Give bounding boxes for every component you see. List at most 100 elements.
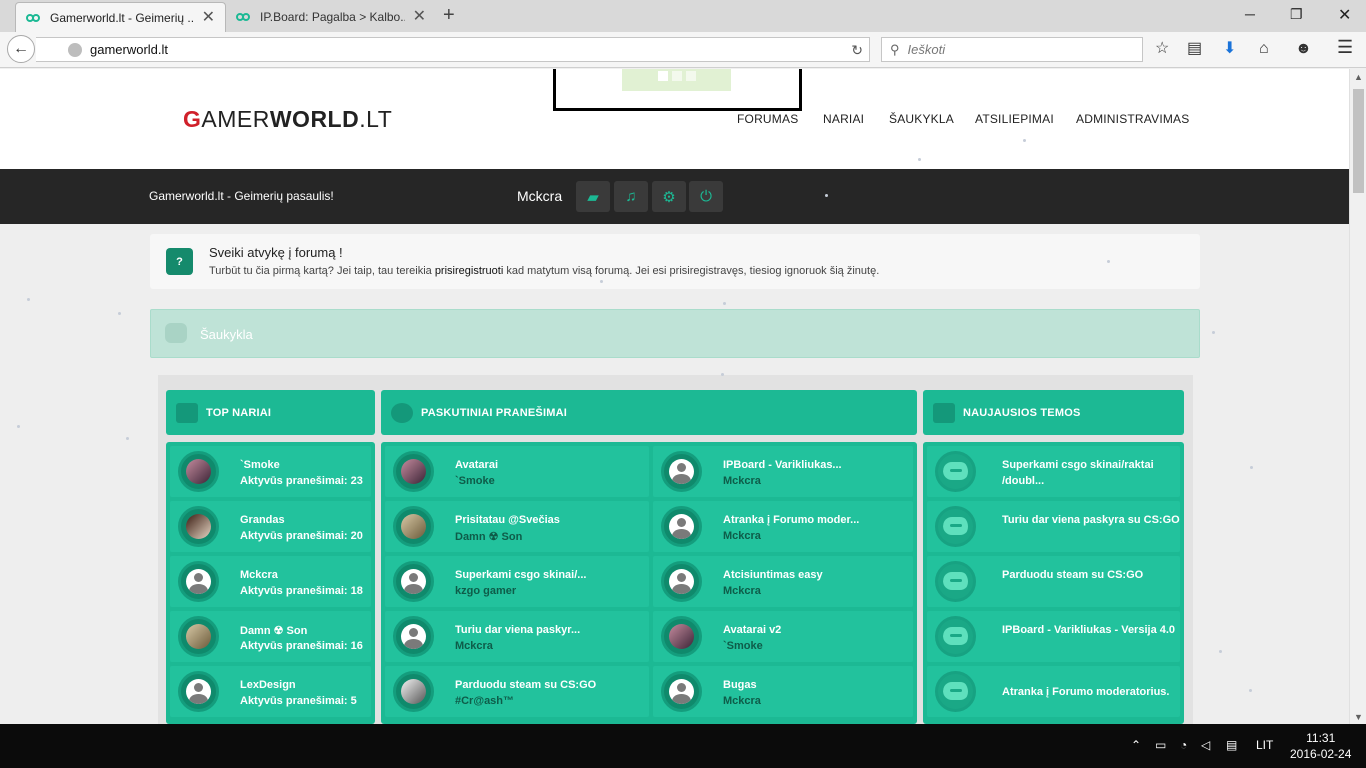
- list-item[interactable]: Turiu dar viena paskyra su CS:GO: [927, 501, 1180, 552]
- post-topic[interactable]: Bugas: [723, 679, 757, 691]
- avatar: [178, 616, 219, 657]
- avatar: [661, 506, 702, 547]
- nav-forumas[interactable]: FORUMAS: [737, 112, 798, 126]
- list-item[interactable]: Atranka į Forumo moder... Mckcra: [653, 501, 913, 552]
- minimize-icon[interactable]: ─: [1245, 6, 1255, 22]
- list-item[interactable]: Avatarai `Smoke: [385, 446, 649, 497]
- list-item[interactable]: Superkami csgo skinai/raktai /doubl...: [927, 446, 1180, 497]
- list-item[interactable]: IPBoard - Varikliukas... Mckcra: [653, 446, 913, 497]
- snow-particle: [1249, 689, 1252, 692]
- post-topic[interactable]: Parduodu steam su CS:GO: [455, 679, 596, 691]
- emoji-icon[interactable]: ☻: [1295, 41, 1312, 57]
- tab-close-icon[interactable]: ✕: [202, 9, 215, 26]
- post-topic[interactable]: Atcisiuntimas easy: [723, 569, 823, 581]
- download-icon[interactable]: ⬇: [1223, 41, 1236, 57]
- latest-posts-list: Avatarai `Smoke Prisitatau @Svečias Damn…: [381, 442, 917, 724]
- post-topic[interactable]: Avatarai: [455, 459, 498, 471]
- shoutbox-panel[interactable]: Šaukykla: [150, 309, 1200, 358]
- notifications-bell-icon[interactable]: ♫: [614, 181, 648, 212]
- post-author[interactable]: Mckcra: [723, 530, 761, 542]
- list-item[interactable]: Grandas Aktyvūs pranešimai: 20: [170, 501, 371, 552]
- tray-chevron-icon[interactable]: ⌃: [1131, 738, 1141, 752]
- wifi-icon[interactable]: ◔: [1180, 738, 1187, 752]
- search-input[interactable]: ⚲ Ieškoti: [881, 37, 1143, 62]
- post-author[interactable]: Mckcra: [723, 695, 761, 707]
- home-icon[interactable]: ⌂: [1259, 41, 1269, 57]
- reading-list-icon[interactable]: ▤: [1187, 41, 1202, 57]
- welcome-text: Turbūt tu čia pirmą kartą? Jei taip, tau…: [209, 265, 880, 277]
- clock-date: 2016-02-24: [1290, 747, 1352, 761]
- nav-administravimas[interactable]: ADMINISTRAVIMAS: [1076, 112, 1189, 126]
- settings-gear-icon[interactable]: ⚙: [652, 181, 686, 212]
- post-topic[interactable]: Turiu dar viena paskyr...: [455, 624, 580, 636]
- post-author[interactable]: Mckcra: [723, 585, 761, 597]
- username[interactable]: Mckcra: [517, 188, 562, 204]
- topic-title[interactable]: Parduodu steam su CS:GO: [1002, 567, 1182, 583]
- address-bar[interactable]: gamerworld.lt ↻: [36, 37, 870, 62]
- member-name[interactable]: Damn ☢ Son: [240, 624, 307, 637]
- new-tab-button[interactable]: +: [443, 5, 455, 25]
- browser-tab-ipboard[interactable]: IP.Board: Pagalba > Kalbo... ✕: [226, 2, 436, 32]
- list-item[interactable]: Prisitatau @Svečias Damn ☢ Son: [385, 501, 649, 552]
- scroll-down-icon[interactable]: ▼: [1354, 712, 1363, 722]
- list-item[interactable]: Turiu dar viena paskyr... Mckcra: [385, 611, 649, 662]
- scroll-up-icon[interactable]: ▲: [1354, 72, 1363, 82]
- post-author[interactable]: `Smoke: [455, 475, 495, 487]
- list-item[interactable]: Avatarai v2 `Smoke: [653, 611, 913, 662]
- list-item[interactable]: Mckcra Aktyvūs pranešimai: 18: [170, 556, 371, 607]
- post-topic[interactable]: Avatarai v2: [723, 624, 781, 636]
- browser-tab-active[interactable]: Gamerworld.lt - Geimerių ... ✕: [15, 2, 226, 32]
- back-button[interactable]: ←: [7, 35, 35, 63]
- post-author[interactable]: `Smoke: [723, 640, 763, 652]
- nav-atsiliepimai[interactable]: ATSILIEPIMAI: [975, 112, 1054, 126]
- post-author[interactable]: #Cr@ash™: [455, 695, 514, 707]
- nav-saukykla[interactable]: ŠAUKYKLA: [889, 112, 954, 126]
- list-item[interactable]: Damn ☢ Son Aktyvūs pranešimai: 16: [170, 611, 371, 662]
- topic-title[interactable]: Superkami csgo skinai/raktai /doubl...: [1002, 457, 1182, 489]
- list-item[interactable]: Bugas Mckcra: [653, 666, 913, 717]
- post-topic[interactable]: Prisitatau @Svečias: [455, 514, 560, 526]
- list-item[interactable]: `Smoke Aktyvūs pranešimai: 23: [170, 446, 371, 497]
- restore-icon[interactable]: ❐: [1290, 6, 1303, 23]
- list-item[interactable]: Superkami csgo skinai/... kzgo gamer: [385, 556, 649, 607]
- messages-icon[interactable]: ▰: [576, 181, 610, 212]
- battery-icon[interactable]: ▭: [1155, 738, 1166, 752]
- post-topic[interactable]: Superkami csgo skinai/...: [455, 569, 586, 581]
- reload-icon[interactable]: ↻: [851, 42, 863, 59]
- bookmark-star-icon[interactable]: ☆: [1155, 41, 1169, 57]
- tab-close-icon[interactable]: ✕: [413, 9, 426, 25]
- nav-nariai[interactable]: NARIAI: [823, 112, 864, 126]
- topic-title[interactable]: IPBoard - Varikliukas - Versija 4.0: [1002, 622, 1182, 638]
- post-topic[interactable]: Atranka į Forumo moder...: [723, 514, 859, 526]
- topic-title[interactable]: Turiu dar viena paskyra su CS:GO: [1002, 512, 1182, 528]
- language-indicator[interactable]: LIT: [1256, 738, 1273, 752]
- logout-power-icon[interactable]: ⏻: [689, 181, 723, 212]
- action-center-icon[interactable]: ▤: [1226, 738, 1237, 752]
- volume-icon[interactable]: ◁: [1201, 738, 1210, 752]
- member-name[interactable]: LexDesign: [240, 679, 296, 691]
- tab-title: Gamerworld.lt - Geimerių ...: [50, 10, 194, 25]
- close-window-icon[interactable]: ✕: [1338, 5, 1351, 25]
- post-author[interactable]: Mckcra: [723, 475, 761, 487]
- member-name[interactable]: Grandas: [240, 514, 285, 526]
- page-scrollbar[interactable]: ▲ ▼: [1349, 69, 1366, 724]
- system-clock[interactable]: 11:31 2016-02-24: [1290, 730, 1351, 762]
- scroll-thumb[interactable]: [1353, 89, 1364, 193]
- new-topics-list: Superkami csgo skinai/raktai /doubl... T…: [923, 442, 1184, 724]
- topic-title[interactable]: Atranka į Forumo moderatorius.: [1002, 684, 1182, 700]
- list-item[interactable]: IPBoard - Varikliukas - Versija 4.0: [927, 611, 1180, 662]
- post-author[interactable]: Mckcra: [455, 640, 493, 652]
- list-item[interactable]: Parduodu steam su CS:GO: [927, 556, 1180, 607]
- menu-icon[interactable]: ☰: [1337, 38, 1353, 56]
- list-item[interactable]: Atcisiuntimas easy Mckcra: [653, 556, 913, 607]
- site-logo[interactable]: GAMERWORLD.LT: [183, 106, 392, 133]
- list-item[interactable]: LexDesign Aktyvūs pranešimai: 5: [170, 666, 371, 717]
- list-item[interactable]: Atranka į Forumo moderatorius.: [927, 666, 1180, 717]
- register-link[interactable]: prisiregistruoti: [435, 265, 503, 277]
- post-author[interactable]: kzgo gamer: [455, 585, 516, 597]
- list-item[interactable]: Parduodu steam su CS:GO #Cr@ash™: [385, 666, 649, 717]
- post-author[interactable]: Damn ☢ Son: [455, 530, 522, 543]
- member-name[interactable]: Mckcra: [240, 569, 278, 581]
- member-name[interactable]: `Smoke: [240, 459, 280, 471]
- post-topic[interactable]: IPBoard - Varikliukas...: [723, 459, 842, 471]
